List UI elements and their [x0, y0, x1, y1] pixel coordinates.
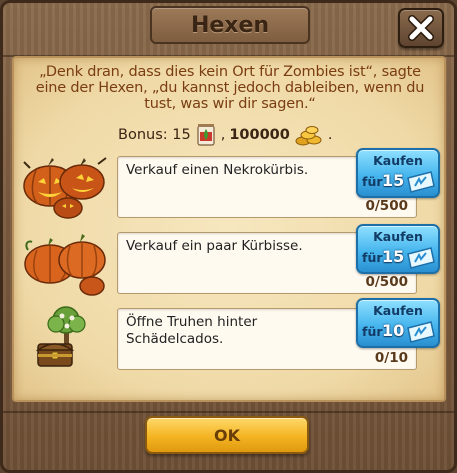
buy-button[interactable]: Kaufen für 10: [356, 298, 440, 348]
task-row: Öffne Truhen hinter Schädelcados. 0/10 K…: [20, 298, 442, 376]
buy-price: 10: [382, 321, 405, 340]
close-button[interactable]: [398, 8, 444, 48]
buy-label: Kaufen: [373, 229, 423, 244]
jack-o-lantern-pumpkins-icon: [23, 157, 107, 219]
quote-line: „Denk dran, dass dies kein Ort für Zombi…: [39, 64, 421, 80]
ok-button[interactable]: OK: [145, 416, 309, 454]
title-board: Hexen: [150, 6, 310, 44]
buy-for-label: für: [362, 324, 383, 339]
task-row: Verkauf einen Nekrokürbis. 0/500 Kaufen …: [20, 148, 442, 224]
blue-ticket-icon: [407, 247, 435, 269]
task-description: Verkauf ein paar Kürbisse.: [126, 238, 303, 254]
buy-for-label: für: [362, 250, 383, 265]
buy-label: Kaufen: [373, 153, 423, 168]
quote-line: tust, was wir dir sagen.“: [144, 96, 316, 112]
blue-ticket-icon: [407, 171, 435, 193]
ok-label: OK: [214, 425, 240, 445]
buy-button[interactable]: Kaufen für 15: [356, 148, 440, 198]
gold-coins-icon: [295, 126, 322, 146]
buy-for-label: für: [362, 174, 383, 189]
quote-line: eine der Hexen, „du kannst jedoch dablei…: [35, 80, 425, 96]
buy-price: 15: [382, 171, 405, 190]
plank-seam: [3, 411, 454, 413]
task-progress: 0/10: [374, 350, 408, 366]
buy-price: 15: [382, 247, 405, 266]
bonus-row: Bonus: 15 , 100000 .: [118, 122, 332, 148]
close-icon: [408, 15, 434, 41]
bonus-separator: ,: [220, 127, 226, 143]
task-progress: 0/500: [365, 274, 408, 290]
task-row: Verkauf ein paar Kürbisse. 0/500 Kaufen …: [20, 224, 442, 300]
task-progress: 0/500: [365, 198, 408, 214]
task-description: Öffne Truhen hinter Schädelcados.: [126, 314, 356, 348]
bonus-end: .: [327, 127, 333, 143]
pumpkins-icon: [24, 234, 106, 296]
task-description: Verkauf einen Nekrokürbis.: [126, 162, 309, 178]
task-description-line: Öffne Truhen hinter: [126, 314, 258, 330]
buy-button[interactable]: Kaufen für 15: [356, 224, 440, 274]
blue-ticket-icon: [407, 321, 435, 343]
seed-bag-icon: [197, 124, 215, 146]
bonus-coins-amount: 100000: [229, 127, 290, 143]
task-description-line: Schädelcados.: [126, 331, 224, 347]
dialog-title: Hexen: [190, 12, 270, 38]
bonus-label: Bonus: 15: [118, 127, 191, 143]
witch-quote: „Denk dran, dass dies kein Ort für Zombi…: [22, 64, 438, 112]
buy-label: Kaufen: [373, 303, 423, 318]
treasure-chest-tree-icon: [35, 306, 86, 367]
